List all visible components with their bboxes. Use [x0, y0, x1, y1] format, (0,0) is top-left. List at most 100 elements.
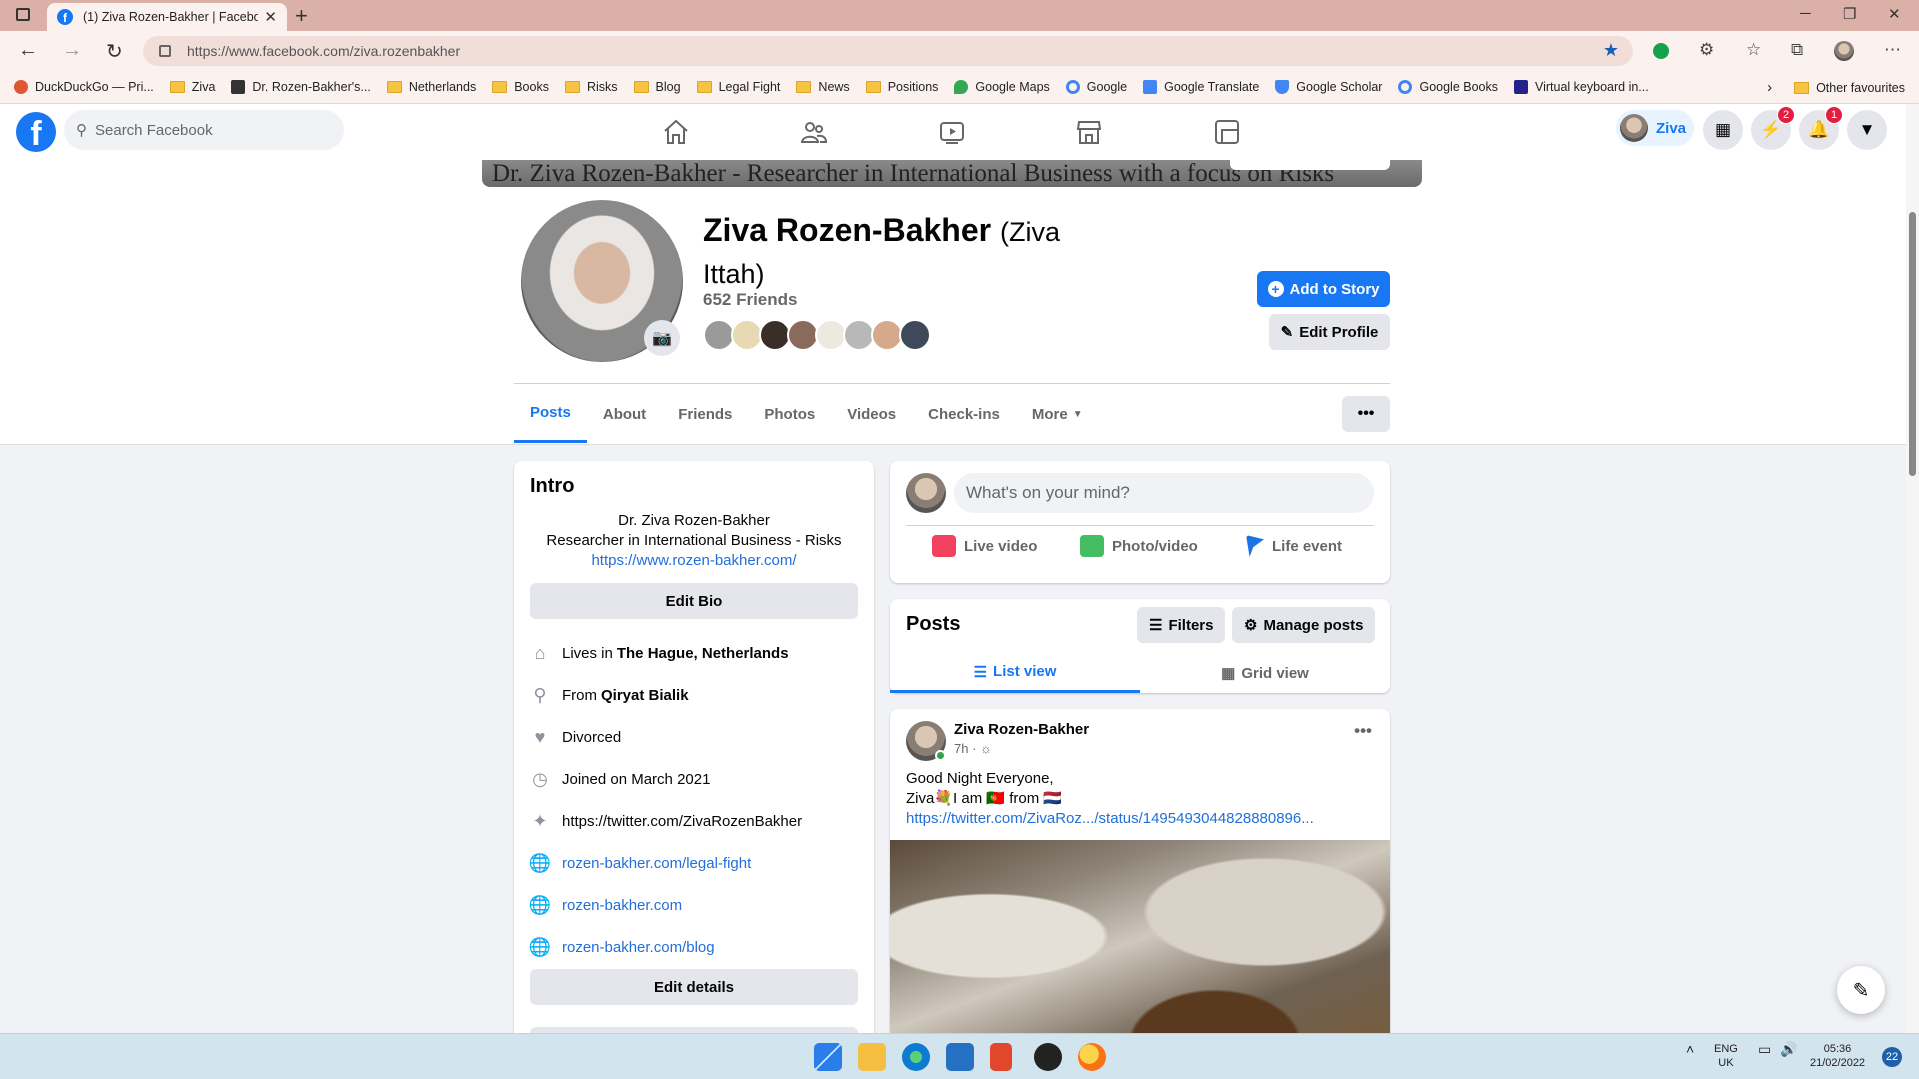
- tab-videos[interactable]: Videos: [831, 385, 912, 443]
- bookmark-positions[interactable]: Positions: [865, 80, 938, 94]
- manage-posts-button[interactable]: ⚙ Manage posts: [1232, 607, 1376, 643]
- facebook-logo[interactable]: f: [16, 112, 56, 152]
- office-icon[interactable]: [990, 1043, 1012, 1071]
- tab-photos[interactable]: Photos: [748, 385, 831, 443]
- other-favourites[interactable]: › Other favourites: [1767, 79, 1905, 96]
- browser-menu-icon[interactable]: ⋯: [1884, 40, 1901, 60]
- add-to-story-button[interactable]: + Add to Story: [1257, 271, 1390, 307]
- bookmark-books[interactable]: Books: [492, 80, 549, 94]
- back-icon[interactable]: ←: [18, 39, 38, 62]
- list-view-tab[interactable]: ☰ List view: [890, 653, 1140, 693]
- post-time[interactable]: 7h · ☼: [954, 741, 992, 756]
- filters-button[interactable]: ☰ Filters: [1137, 607, 1226, 643]
- favorite-star-icon[interactable]: ★: [1603, 40, 1619, 61]
- chevron-right-icon[interactable]: ›: [1767, 79, 1772, 96]
- volume-icon[interactable]: 🔊: [1780, 1042, 1797, 1056]
- extensions-icon[interactable]: ⚙: [1699, 40, 1714, 60]
- edge-icon[interactable]: [902, 1043, 930, 1071]
- browser-tab[interactable]: f (1) Ziva Rozen-Bakher | Facebook ✕: [47, 3, 287, 31]
- profile-shortcut[interactable]: Ziva: [1616, 110, 1694, 146]
- close-window-icon[interactable]: ✕: [1888, 5, 1901, 23]
- profile-more-button[interactable]: •••: [1342, 396, 1390, 432]
- tab-friends[interactable]: Friends: [662, 385, 748, 443]
- messenger-icon[interactable]: ⚡ 2: [1751, 106, 1795, 150]
- page-scrollbar[interactable]: [1906, 104, 1919, 1033]
- friends-icon[interactable]: [800, 118, 828, 146]
- bookmark-duckduckgo[interactable]: DuckDuckGo — Pri...: [14, 80, 154, 94]
- tab-more[interactable]: More ▼: [1016, 385, 1099, 443]
- new-message-icon[interactable]: ✎: [1837, 966, 1885, 1014]
- post-options-icon[interactable]: •••: [1354, 721, 1372, 741]
- website-link[interactable]: rozen-bakher.com/legal-fight: [562, 855, 751, 872]
- avatar[interactable]: [906, 473, 946, 513]
- notification-badge[interactable]: 22: [1882, 1047, 1902, 1067]
- bookmark-ziva[interactable]: Ziva: [169, 80, 215, 94]
- life-event-button[interactable]: Life event: [1246, 535, 1342, 557]
- website-link[interactable]: rozen-bakher.com/blog: [562, 939, 715, 956]
- whats-on-your-mind-input[interactable]: What's on your mind?: [954, 473, 1374, 513]
- bookmark-netherlands[interactable]: Netherlands: [386, 80, 476, 94]
- search-input[interactable]: Search Facebook: [95, 122, 213, 139]
- app-icon[interactable]: [1078, 1043, 1106, 1071]
- detail-value[interactable]: https://twitter.com/ZivaRozenBakher: [562, 813, 802, 830]
- friends-count[interactable]: 652 Friends: [703, 290, 798, 310]
- bio-link[interactable]: https://www.rozen-bakher.com/: [591, 552, 796, 569]
- bookmark-risks[interactable]: Risks: [564, 80, 618, 94]
- search-box[interactable]: ⚲ Search Facebook: [64, 110, 344, 150]
- bookmark-blog[interactable]: Blog: [633, 80, 681, 94]
- bookmark-google[interactable]: Google: [1065, 80, 1127, 94]
- edit-bio-button[interactable]: Edit Bio: [530, 583, 858, 619]
- tab-posts[interactable]: Posts: [514, 385, 587, 443]
- watch-icon[interactable]: [938, 118, 966, 146]
- start-icon[interactable]: [814, 1043, 842, 1071]
- restore-icon[interactable]: ❐: [1843, 5, 1856, 23]
- notifications-icon[interactable]: 🔔 1: [1799, 106, 1843, 150]
- clock[interactable]: 05:36 21/02/2022: [1810, 1042, 1865, 1070]
- refresh-icon[interactable]: ↻: [106, 39, 123, 64]
- forward-icon[interactable]: →: [62, 39, 82, 62]
- new-tab-icon[interactable]: +: [295, 3, 308, 29]
- menu-grid-icon[interactable]: ▦: [1703, 110, 1743, 150]
- marketplace-icon[interactable]: [1075, 118, 1103, 146]
- scrollbar-thumb[interactable]: [1909, 212, 1916, 476]
- account-dropdown-icon[interactable]: ▼: [1847, 110, 1887, 150]
- tab-about[interactable]: About: [587, 385, 662, 443]
- photo-video-button[interactable]: Photo/video: [1080, 535, 1198, 557]
- bookmark-google-scholar[interactable]: Google Scholar: [1275, 80, 1382, 94]
- bookmark-dr-rozen[interactable]: Dr. Rozen-Bakher's...: [231, 80, 371, 94]
- detail-value[interactable]: The Hague, Netherlands: [617, 645, 789, 662]
- store-icon[interactable]: [946, 1043, 974, 1071]
- language-indicator[interactable]: ENG UK: [1714, 1042, 1738, 1070]
- bookmark-google-maps[interactable]: Google Maps: [954, 80, 1050, 94]
- website-link[interactable]: rozen-bakher.com: [562, 897, 682, 914]
- grid-view-tab[interactable]: ▦ Grid view: [1140, 653, 1390, 693]
- bookmark-virtual-keyboard[interactable]: Virtual keyboard in...: [1514, 80, 1649, 94]
- detail-value[interactable]: Qiryat Bialik: [601, 687, 689, 704]
- collections-icon[interactable]: ⧉: [1791, 40, 1803, 60]
- close-tab-icon[interactable]: ✕: [264, 8, 277, 26]
- file-explorer-icon[interactable]: [858, 1043, 886, 1071]
- chevron-up-icon[interactable]: ˄: [1686, 1042, 1694, 1056]
- address-bar[interactable]: https://www.facebook.com/ziva.rozenbakhe…: [143, 36, 1633, 66]
- favorites-icon[interactable]: ☆: [1746, 40, 1761, 60]
- edit-profile-button[interactable]: ✎ Edit Profile: [1269, 314, 1390, 350]
- live-video-button[interactable]: Live video: [932, 535, 1037, 557]
- camera-icon[interactable]: 📷: [644, 320, 680, 356]
- home-icon[interactable]: [662, 118, 690, 146]
- network-icon[interactable]: ▭: [1758, 1042, 1771, 1056]
- post-author[interactable]: Ziva Rozen-Bakher: [954, 721, 1089, 738]
- post-link[interactable]: https://twitter.com/ZivaRoz.../status/14…: [906, 810, 1314, 827]
- bookmark-google-books[interactable]: Google Books: [1398, 80, 1498, 94]
- tab-actions-icon[interactable]: [16, 8, 30, 21]
- edit-details-button[interactable]: Edit details: [530, 969, 858, 1005]
- lock-icon[interactable]: [159, 45, 171, 57]
- app-icon[interactable]: [1034, 1043, 1062, 1071]
- friend-avatar[interactable]: [899, 319, 931, 351]
- bookmark-news[interactable]: News: [796, 80, 850, 94]
- tab-check-ins[interactable]: Check-ins: [912, 385, 1016, 443]
- minimize-icon[interactable]: ─: [1800, 5, 1811, 22]
- bookmark-legal-fight[interactable]: Legal Fight: [696, 80, 780, 94]
- groups-icon[interactable]: [1213, 118, 1241, 146]
- bookmark-google-translate[interactable]: Google Translate: [1143, 80, 1259, 94]
- browser-profile-icon[interactable]: [1834, 41, 1854, 61]
